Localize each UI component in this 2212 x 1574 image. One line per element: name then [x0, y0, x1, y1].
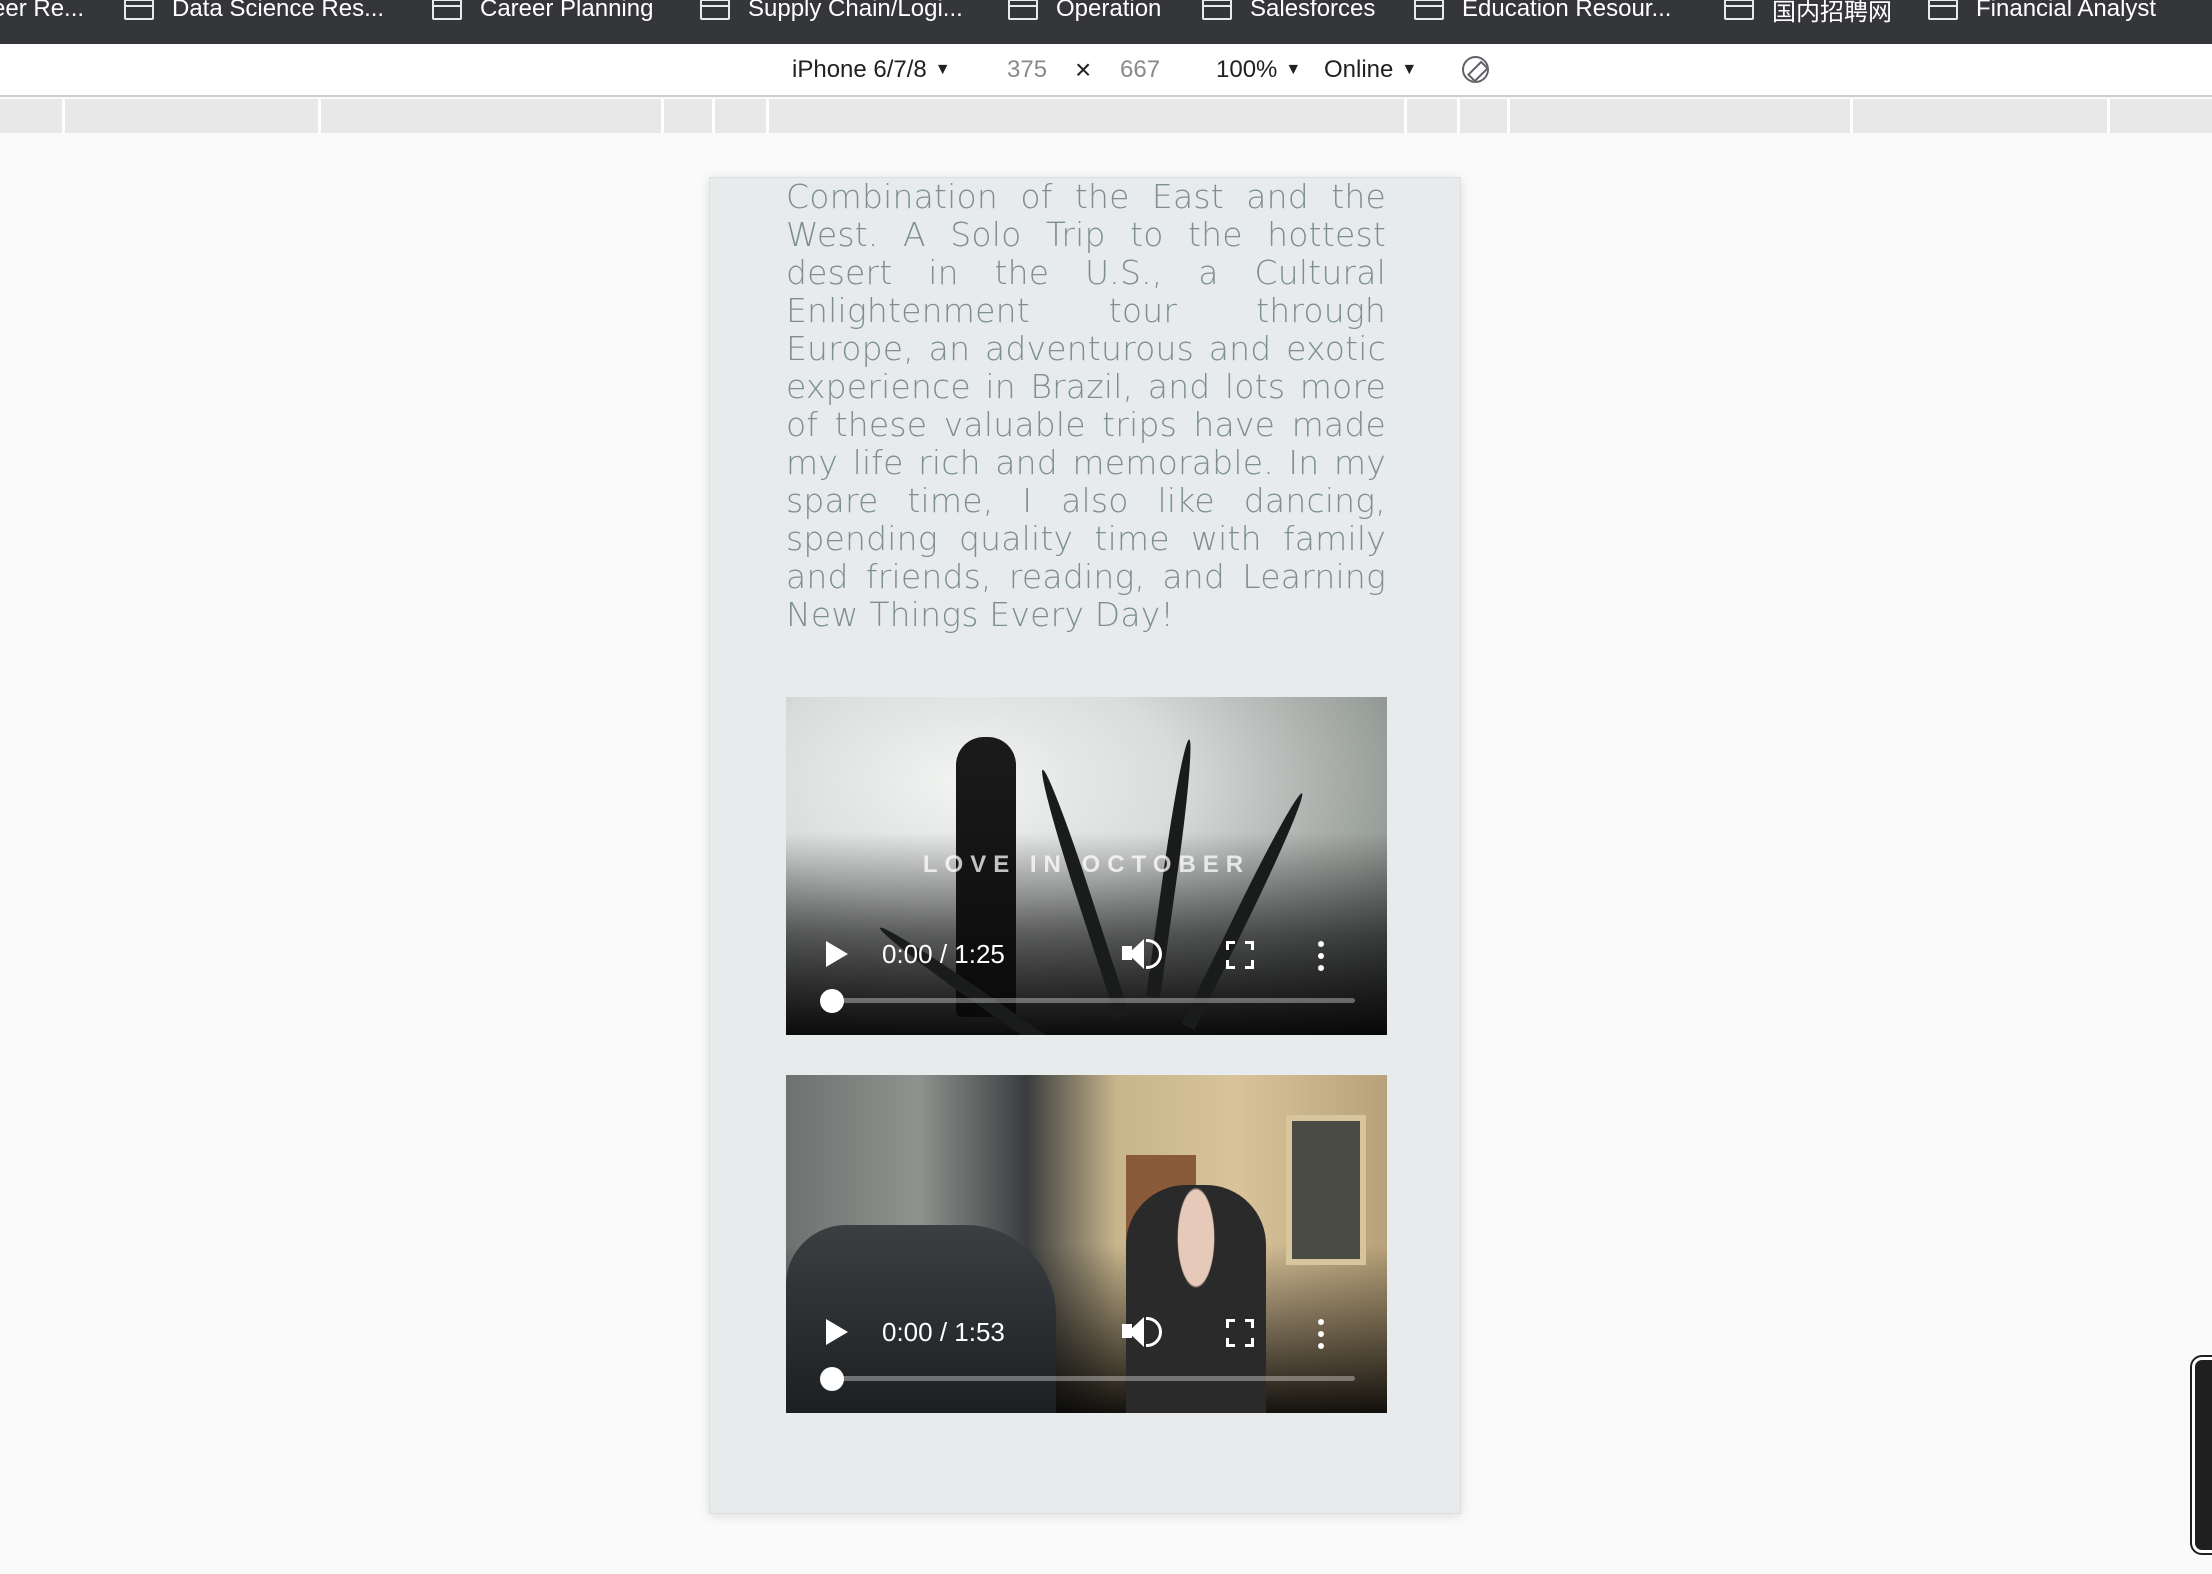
fullscreen-icon[interactable]: [1226, 1319, 1254, 1347]
folder-icon: [431, 0, 462, 20]
ruler-divider: [318, 99, 321, 133]
bookmark-item[interactable]: eer Re...: [0, 0, 84, 26]
video-time: 0:00 / 1:53: [882, 1317, 1005, 1347]
bookmark-item[interactable]: Data Science Res...: [123, 0, 385, 26]
more-options-icon[interactable]: [1318, 1319, 1324, 1349]
bookmark-label: Supply Chain/Logi...: [748, 0, 963, 22]
more-options-icon[interactable]: [1318, 941, 1324, 971]
bookmark-item[interactable]: Career Planning: [431, 0, 654, 26]
progress-thumb[interactable]: [820, 989, 844, 1013]
bookmark-label: Education Resour...: [1462, 0, 1672, 22]
device-toolbar: iPhone 6/7/8 ▼ 375 × 667 100% ▼ Online ▼: [0, 44, 2212, 97]
bookmark-label: Operation: [1056, 0, 1162, 22]
video-player[interactable]: 0:00 / 1:53: [786, 1075, 1387, 1413]
device-label: iPhone 6/7/8: [792, 56, 927, 83]
bookmark-item[interactable]: Operation: [1007, 0, 1162, 26]
bookmark-item[interactable]: Education Resour...: [1413, 0, 1672, 26]
ruler-divider: [1850, 99, 1853, 133]
ruler-divider: [1507, 99, 1510, 133]
video-window: [1286, 1115, 1366, 1265]
folder-icon: [1413, 0, 1444, 20]
chevron-down-icon: ▼: [1401, 61, 1418, 78]
bookmark-item[interactable]: Salesforces: [1201, 0, 1376, 26]
bookmark-item[interactable]: 国内招聘网: [1723, 0, 1892, 26]
folder-icon: [1927, 0, 1958, 20]
ruler-divider: [1404, 99, 1407, 133]
throttle-label: Online: [1324, 56, 1394, 83]
folder-icon: [699, 0, 730, 20]
folder-icon: [123, 0, 154, 20]
play-icon[interactable]: [826, 1319, 848, 1345]
chevron-down-icon: ▼: [934, 61, 951, 78]
bookmark-label: 国内招聘网: [1772, 0, 1892, 26]
bookmark-label: Career Planning: [480, 0, 654, 22]
side-panel-handle[interactable]: [2192, 1357, 2212, 1553]
bookmark-item[interactable]: Supply Chain/Logi...: [699, 0, 963, 26]
video-controls: 0:00 / 1:53: [786, 1283, 1387, 1413]
throttle-select[interactable]: Online ▼: [1324, 56, 1417, 84]
bookmark-label: Financial Analyst: [1976, 0, 2157, 22]
folder-icon: [1723, 0, 1754, 20]
progress-bar[interactable]: [830, 1376, 1355, 1381]
rotate-icon[interactable]: [1462, 56, 1489, 83]
zoom-label: 100%: [1216, 56, 1278, 83]
fullscreen-icon[interactable]: [1226, 941, 1254, 969]
bookmarks-bar: eer Re... Data Science Res... Career Pla…: [0, 0, 2212, 44]
bio-paragraph: Combination of the East and the West. A …: [786, 177, 1386, 634]
video-player[interactable]: LOVE IN OCTOBER 0:00 / 1:25: [786, 697, 1387, 1035]
media-query-ruler[interactable]: [0, 99, 2212, 133]
bookmark-label: eer Re...: [0, 0, 85, 22]
video-overlay-title: LOVE IN OCTOBER: [922, 851, 1251, 878]
ruler-divider: [62, 99, 65, 133]
width-input[interactable]: 375: [1007, 56, 1047, 84]
ruler-divider: [661, 99, 664, 133]
bookmark-label: Data Science Res...: [172, 0, 385, 22]
folder-icon: [1007, 0, 1038, 20]
bookmark-item[interactable]: Financial Analyst: [1927, 0, 2157, 26]
dimension-separator: ×: [1075, 54, 1092, 85]
device-select[interactable]: iPhone 6/7/8 ▼: [792, 56, 951, 84]
device-viewport: Combination of the East and the West. A …: [709, 177, 1461, 1514]
progress-thumb[interactable]: [820, 1367, 844, 1391]
folder-icon: [1201, 0, 1232, 20]
ruler-divider: [712, 99, 715, 133]
bookmark-label: Salesforces: [1250, 0, 1376, 22]
chevron-down-icon: ▼: [1285, 61, 1302, 78]
play-icon[interactable]: [826, 941, 848, 967]
ruler-divider: [1457, 99, 1460, 133]
ruler-divider: [2107, 99, 2110, 133]
progress-bar[interactable]: [830, 998, 1355, 1003]
zoom-select[interactable]: 100% ▼: [1216, 56, 1301, 84]
height-input[interactable]: 667: [1120, 56, 1160, 84]
video-controls: 0:00 / 1:25: [786, 905, 1387, 1035]
ruler-divider: [766, 99, 769, 133]
video-time: 0:00 / 1:25: [882, 939, 1005, 969]
